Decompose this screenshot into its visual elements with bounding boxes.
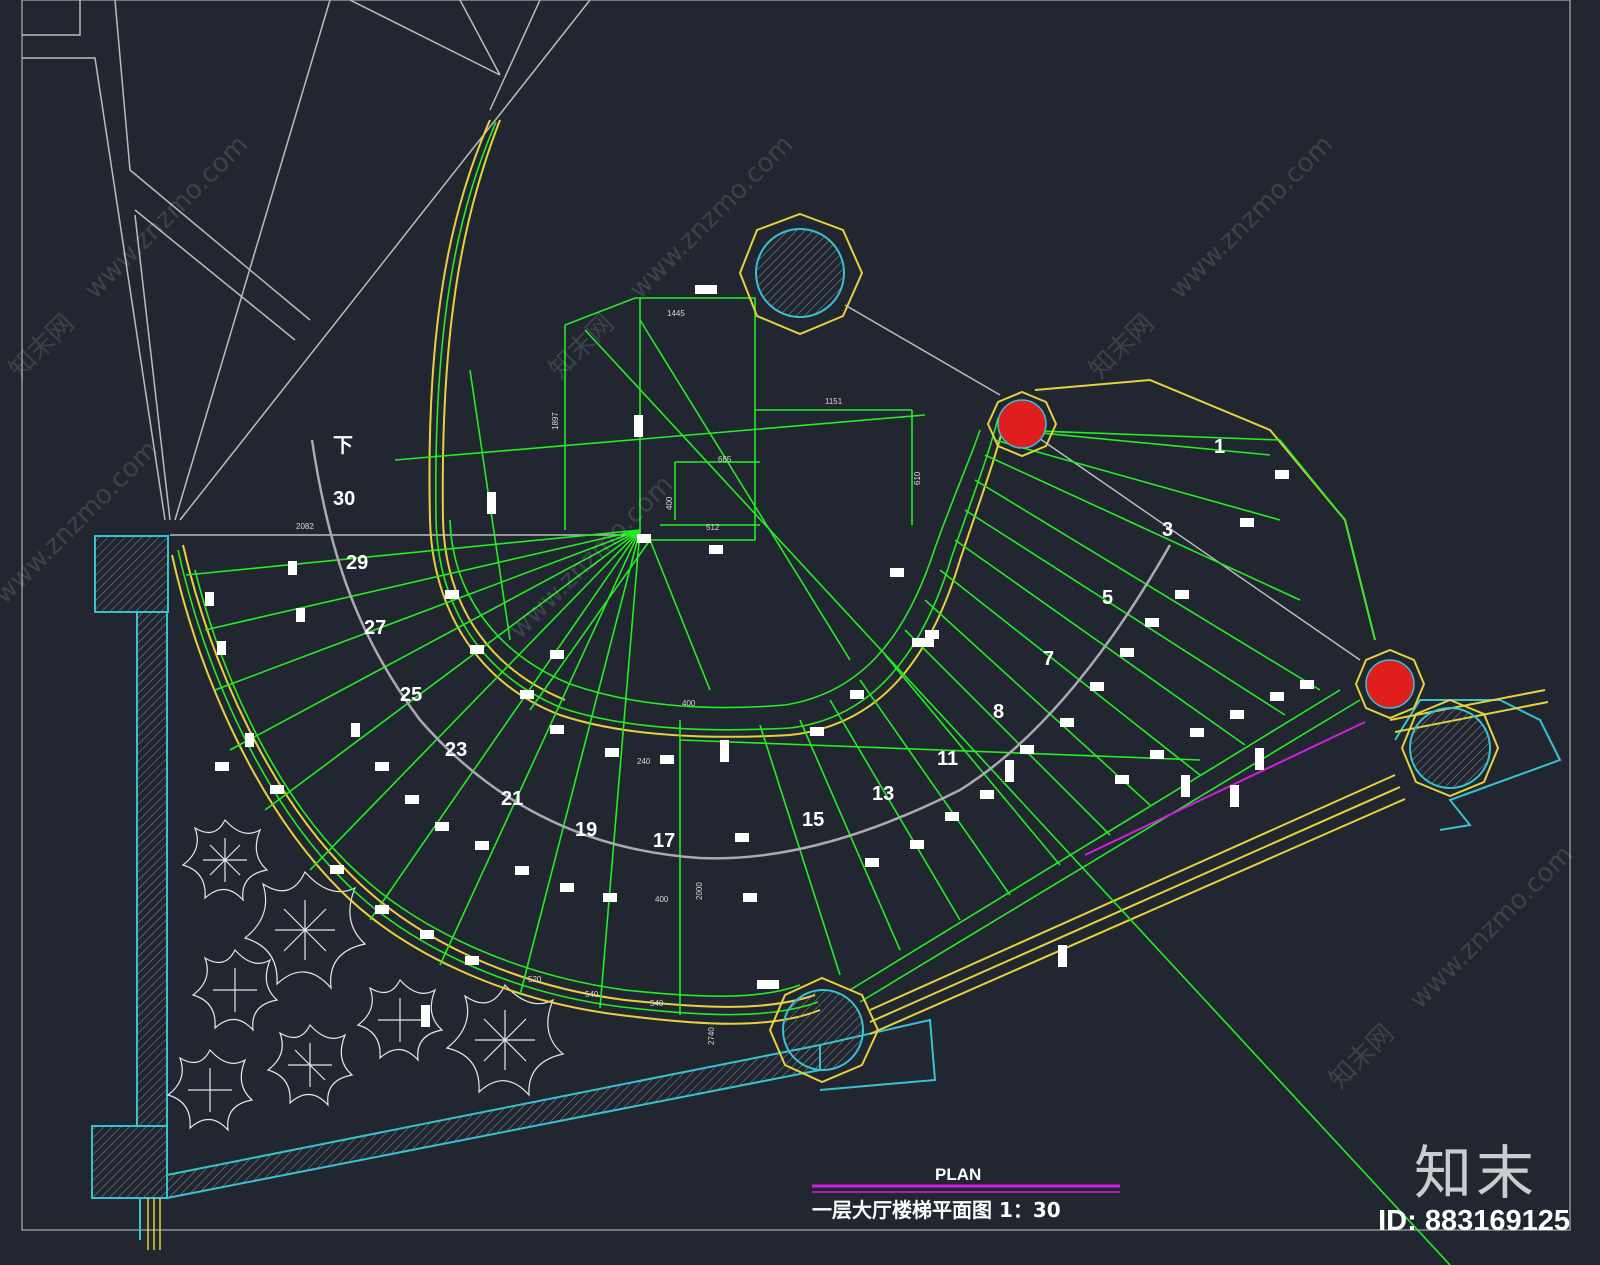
dim-vertical-lower: 2740 — [707, 1027, 716, 1045]
stair-outline — [171, 119, 1549, 1035]
dim-mid-radius: 400 — [655, 895, 669, 904]
dim-inner-tread: 240 — [637, 757, 651, 766]
wall-stub-lines — [147, 1198, 161, 1250]
step-number: 7 — [1043, 648, 1054, 670]
column-bottom — [768, 976, 880, 1084]
step-number: 29 — [346, 552, 368, 574]
dim-outer-tread-2: 540 — [650, 999, 664, 1008]
dim-inner-radius: 400 — [682, 699, 696, 708]
dim-right-height: 610 — [913, 471, 922, 485]
brand-watermark: 知末 — [1413, 1139, 1538, 1207]
dim-left-span: 2082 — [296, 522, 314, 531]
column-right — [1400, 698, 1500, 798]
step-number: 23 — [445, 739, 467, 761]
step-number: 27 — [364, 617, 386, 639]
dim-right-width: 1151 — [825, 397, 843, 406]
step-number: 15 — [802, 809, 824, 831]
svg-text:www.znzmo.com: www.znzmo.com — [79, 130, 254, 305]
step-number: 8 — [993, 701, 1004, 723]
svg-text:www.znzmo.com: www.znzmo.com — [1164, 130, 1339, 305]
dim-outer-tread-3: 520 — [528, 975, 542, 984]
dim-vertical-center: 2000 — [695, 882, 704, 900]
step-number: 11 — [937, 748, 958, 770]
dim-bottom-width: 512 — [706, 523, 720, 532]
dim-outer-tread-1: 540 — [585, 990, 599, 999]
svg-text:www.znzmo.com: www.znzmo.com — [1404, 840, 1579, 1015]
step-number: 25 — [400, 684, 422, 706]
tread-tags — [205, 285, 1314, 1027]
image-id-label: ID: 883169125 — [1378, 1205, 1570, 1237]
svg-text:知末网: 知末网 — [4, 309, 80, 385]
svg-text:知末网: 知末网 — [1324, 1019, 1400, 1095]
plan-title-block: PLAN 一层大厅楼梯平面图 1：30 — [812, 1165, 1120, 1222]
step-number: 17 — [653, 830, 675, 852]
dim-top-width: 1445 — [667, 309, 685, 318]
stair-plan-drawing: 1445 1151 1897 665 512 400 610 2082 400 … — [0, 0, 1579, 1265]
step-number: 19 — [575, 819, 597, 841]
column-top — [738, 212, 864, 336]
svg-text:知末网: 知末网 — [544, 309, 620, 385]
step-number: 1 — [1214, 436, 1225, 458]
dim-inner-width: 665 — [718, 455, 732, 464]
drawing-title: 一层大厅楼梯平面图 1：30 — [812, 1198, 1061, 1222]
red-column-top — [986, 390, 1058, 458]
walls — [91, 535, 1562, 1240]
step-number: 21 — [501, 788, 523, 810]
step-number: 5 — [1102, 587, 1113, 609]
down-label: 下 — [333, 435, 353, 457]
planting-trees — [166, 818, 565, 1132]
svg-text:www.znzmo.com: www.znzmo.com — [504, 470, 679, 645]
plan-label: PLAN — [935, 1165, 981, 1184]
step-number: 13 — [872, 783, 894, 805]
red-column-right — [1354, 648, 1426, 720]
svg-text:知末网: 知末网 — [1084, 309, 1160, 385]
dim-left-height: 1897 — [551, 412, 560, 430]
step-number: 30 — [333, 488, 355, 510]
step-number: 3 — [1162, 519, 1173, 541]
